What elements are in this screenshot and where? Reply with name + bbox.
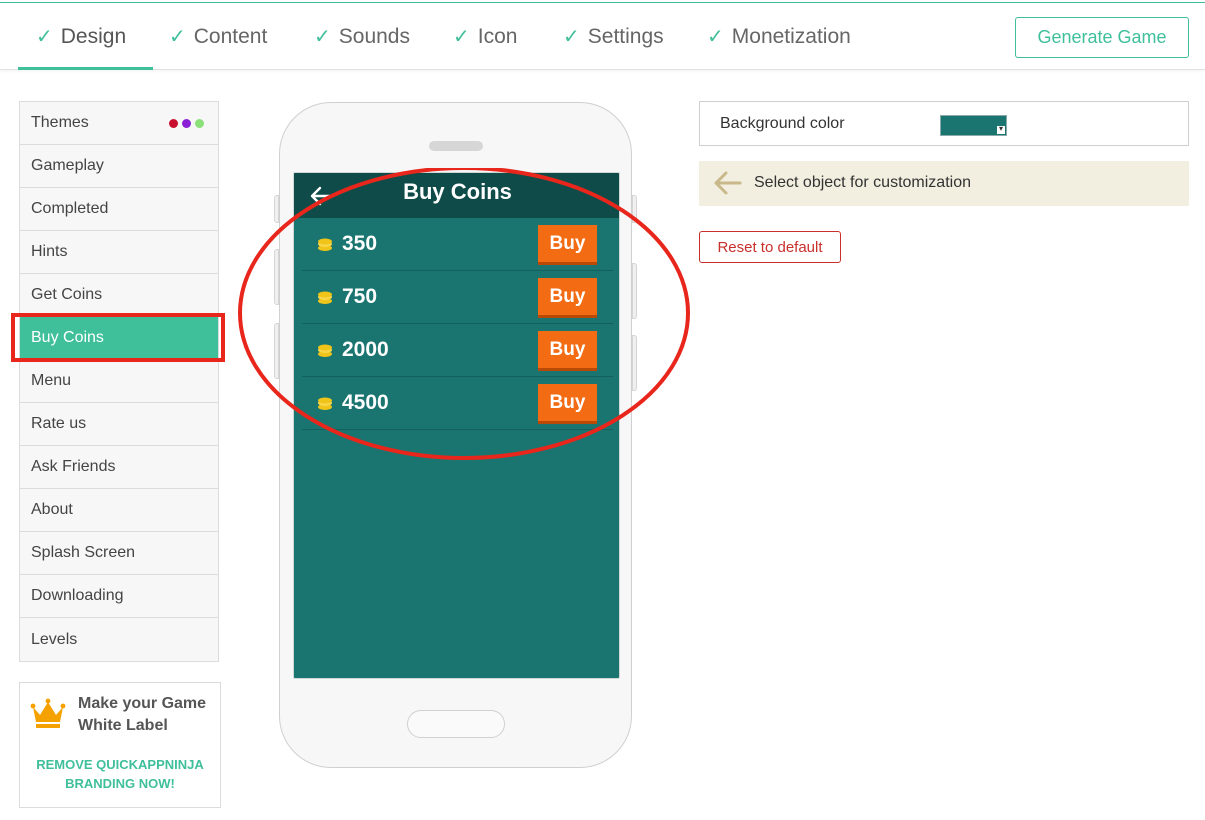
coin-pack-row[interactable]: 350 Buy bbox=[302, 218, 613, 271]
tab-settings[interactable]: ✓ Settings bbox=[563, 4, 664, 69]
crown-icon bbox=[30, 698, 66, 728]
phone-side-button bbox=[632, 195, 637, 223]
coin-amount: 750 bbox=[342, 285, 378, 308]
menu-item-label: Ask Friends bbox=[31, 458, 116, 475]
menu-item-label: Levels bbox=[31, 630, 78, 648]
tab-label: Icon bbox=[477, 24, 518, 48]
generate-game-button[interactable]: Generate Game bbox=[1015, 17, 1189, 58]
phone-preview: Buy Coins 350 Buy 750 Buy 2000 Buy 4500 … bbox=[274, 102, 637, 768]
coin-amount: 2000 bbox=[342, 338, 389, 361]
coins-icon bbox=[318, 397, 332, 410]
coin-pack-row[interactable]: 750 Buy bbox=[302, 271, 613, 324]
coin-pack-row[interactable]: 2000 Buy bbox=[302, 324, 613, 377]
phone-side-button bbox=[274, 323, 279, 379]
phone-side-button bbox=[632, 335, 637, 391]
white-label-promo: Make your Game White Label REMOVE QUICKA… bbox=[19, 682, 221, 808]
screen-title: Buy Coins bbox=[403, 179, 512, 204]
menu-item-label: Splash Screen bbox=[31, 544, 136, 561]
coin-amount: 4500 bbox=[342, 391, 389, 414]
check-icon: ✓ bbox=[314, 26, 331, 48]
tab-label: Sounds bbox=[338, 24, 410, 48]
buy-button[interactable]: Buy bbox=[538, 278, 597, 315]
buy-button[interactable]: Buy bbox=[538, 331, 597, 368]
coins-icon bbox=[318, 344, 332, 357]
menu-item-buy-coins[interactable]: Buy Coins bbox=[20, 317, 218, 360]
menu-item-downloading[interactable]: Downloading bbox=[20, 575, 218, 618]
phone-screen[interactable]: Buy Coins 350 Buy 750 Buy 2000 Buy 4500 … bbox=[293, 172, 620, 679]
menu-item-rate-us[interactable]: Rate us bbox=[20, 403, 218, 446]
active-tab-underline bbox=[18, 67, 153, 70]
tab-label: Design bbox=[60, 24, 127, 48]
phone-side-button bbox=[274, 249, 279, 305]
phone-home-button bbox=[407, 710, 505, 738]
menu-item-label: Hints bbox=[31, 243, 68, 260]
theme-dot-purple bbox=[182, 119, 191, 128]
tab-design[interactable]: ✓ Design bbox=[36, 4, 126, 69]
coins-icon bbox=[318, 238, 332, 251]
phone-side-button bbox=[632, 263, 637, 319]
customization-hint: Select object for customization bbox=[699, 161, 1189, 206]
check-icon: ✓ bbox=[169, 26, 186, 48]
menu-item-completed[interactable]: Completed bbox=[20, 188, 218, 231]
tab-monetization[interactable]: ✓ Monetization bbox=[707, 4, 851, 69]
menu-item-hints[interactable]: Hints bbox=[20, 231, 218, 274]
menu-item-about[interactable]: About bbox=[20, 489, 218, 532]
tab-label: Settings bbox=[587, 24, 664, 48]
check-icon: ✓ bbox=[707, 26, 724, 48]
background-color-picker[interactable]: ▾ bbox=[940, 115, 1007, 136]
background-color-panel: Background color ▾ bbox=[699, 101, 1189, 146]
theme-dot-red bbox=[169, 119, 178, 128]
phone-side-button bbox=[274, 195, 279, 223]
menu-item-label: Downloading bbox=[31, 587, 124, 604]
tab-label: Content bbox=[193, 24, 268, 48]
tab-sounds[interactable]: ✓ Sounds bbox=[314, 4, 410, 69]
menu-item-get-coins[interactable]: Get Coins bbox=[20, 274, 218, 317]
tab-content[interactable]: ✓ Content bbox=[169, 4, 267, 69]
reset-to-default-button[interactable]: Reset to default bbox=[699, 231, 841, 263]
menu-item-levels[interactable]: Levels bbox=[20, 618, 218, 661]
top-accent-line bbox=[0, 0, 1205, 3]
theme-dot-green bbox=[195, 119, 204, 128]
background-color-label: Background color bbox=[720, 115, 845, 132]
phone-speaker bbox=[429, 141, 483, 151]
check-icon: ✓ bbox=[453, 26, 470, 48]
coins-icon bbox=[318, 291, 332, 304]
remove-branding-link[interactable]: REMOVE QUICKAPPNINJA BRANDING NOW! bbox=[20, 755, 220, 793]
top-tab-bar: ✓ Design ✓ Content ✓ Sounds ✓ Icon ✓ Set… bbox=[0, 4, 1205, 70]
menu-item-label: Get Coins bbox=[31, 286, 103, 303]
arrow-left-icon bbox=[714, 171, 742, 195]
screen-header[interactable]: Buy Coins bbox=[294, 173, 619, 218]
coin-pack-row[interactable]: 4500 Buy bbox=[302, 377, 613, 430]
hint-text: Select object for customization bbox=[754, 174, 971, 191]
tab-label: Monetization bbox=[731, 24, 851, 48]
menu-item-gameplay[interactable]: Gameplay bbox=[20, 145, 218, 188]
buy-button[interactable]: Buy bbox=[538, 384, 597, 421]
tab-icon[interactable]: ✓ Icon bbox=[453, 4, 517, 69]
menu-item-label: Completed bbox=[31, 200, 109, 217]
caret-down-icon: ▾ bbox=[997, 124, 1005, 134]
check-icon: ✓ bbox=[36, 26, 53, 48]
menu-item-label: Buy Coins bbox=[31, 329, 104, 346]
check-icon: ✓ bbox=[563, 26, 580, 48]
menu-item-label: Themes bbox=[31, 114, 89, 131]
menu-item-menu[interactable]: Menu bbox=[20, 360, 218, 403]
menu-item-themes[interactable]: Themes bbox=[20, 102, 218, 145]
promo-title: Make your Game White Label bbox=[78, 695, 207, 734]
buy-button[interactable]: Buy bbox=[538, 225, 597, 262]
menu-item-label: Rate us bbox=[31, 415, 87, 432]
coin-amount: 350 bbox=[342, 232, 378, 255]
menu-item-label: Gameplay bbox=[31, 157, 104, 174]
menu-item-ask-friends[interactable]: Ask Friends bbox=[20, 446, 218, 489]
menu-item-label: About bbox=[31, 501, 73, 518]
menu-item-splash-screen[interactable]: Splash Screen bbox=[20, 532, 218, 575]
theme-color-dots bbox=[169, 119, 204, 128]
menu-item-label: Menu bbox=[31, 372, 72, 389]
screen-menu: Themes Gameplay Completed Hints Get Coin… bbox=[19, 101, 219, 662]
